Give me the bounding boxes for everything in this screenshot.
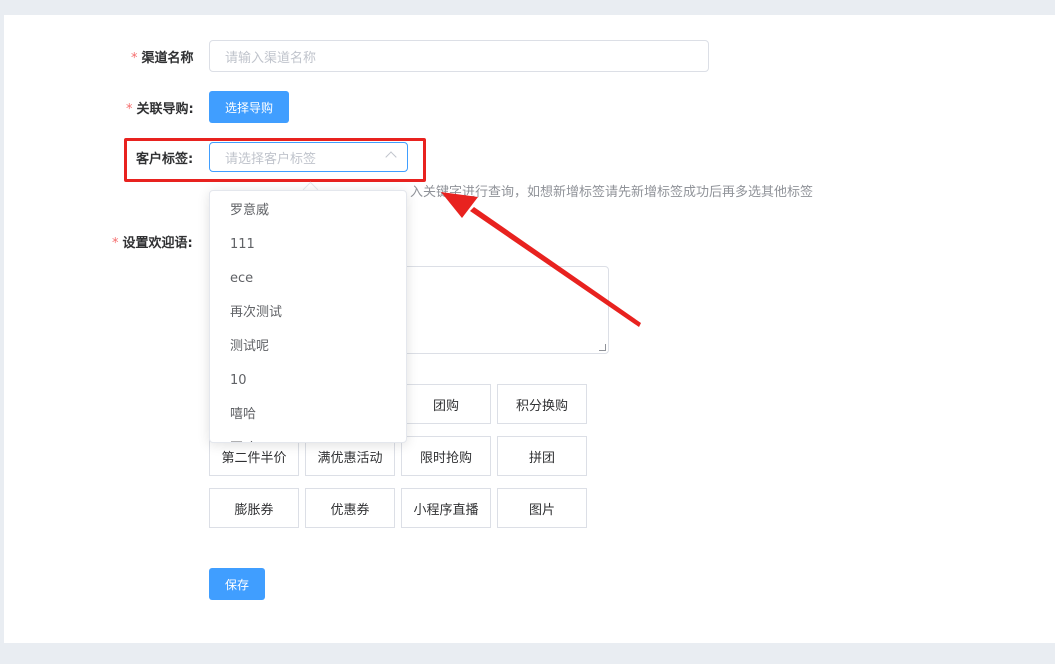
welcome-label: * 设置欢迎语: [112, 232, 193, 251]
tag-option[interactable]: 罗意威 [210, 194, 406, 228]
channel-name-input[interactable]: 请输入渠道名称 [209, 40, 709, 72]
tool-button-flash-sale[interactable]: 限时抢购 [401, 436, 491, 476]
tool-button-coupon[interactable]: 优惠券 [305, 488, 395, 528]
channel-name-placeholder: 请输入渠道名称 [225, 50, 317, 66]
required-mark: * [126, 102, 133, 117]
customer-tag-hint: 入关键字进行查询，如想新增标签请先新增标签成功后再多选其他标签 [410, 185, 814, 200]
tag-option[interactable]: 10 [210, 364, 406, 398]
required-mark: * [131, 51, 138, 66]
annotation-highlight-box [124, 138, 426, 182]
channel-name-label-text: 渠道名称 [141, 51, 194, 66]
tag-option[interactable]: 测试呢 [210, 330, 406, 364]
select-guide-button[interactable]: 选择导购 [209, 91, 289, 123]
tag-option[interactable]: 111 [210, 228, 406, 262]
tag-option[interactable]: 哥哈 [210, 432, 406, 442]
tag-option[interactable]: 再次测试 [210, 296, 406, 330]
tag-option[interactable]: 嘻哈 [210, 398, 406, 432]
guide-label-text: 关联导购: [136, 102, 194, 117]
channel-name-label: * 渠道名称 [131, 47, 194, 66]
welcome-label-text: 设置欢迎语: [122, 236, 193, 251]
save-button[interactable]: 保存 [209, 568, 265, 600]
tool-button-group-buy[interactable]: 团购 [401, 384, 491, 424]
customer-tag-dropdown: 罗意威 111 ece 再次测试 测试呢 10 嘻哈 哥哈 [209, 190, 407, 443]
guide-label: * 关联导购: [126, 98, 194, 117]
tool-button-mini-program-live[interactable]: 小程序直播 [401, 488, 491, 528]
tool-button-points-exchange[interactable]: 积分换购 [497, 384, 587, 424]
required-mark: * [112, 236, 119, 251]
tool-button-group-deal[interactable]: 拼团 [497, 436, 587, 476]
tool-button-expansion-coupon[interactable]: 膨胀券 [209, 488, 299, 528]
tag-option[interactable]: ece [210, 262, 406, 296]
tool-button-image[interactable]: 图片 [497, 488, 587, 528]
resize-handle-icon[interactable] [599, 344, 606, 351]
